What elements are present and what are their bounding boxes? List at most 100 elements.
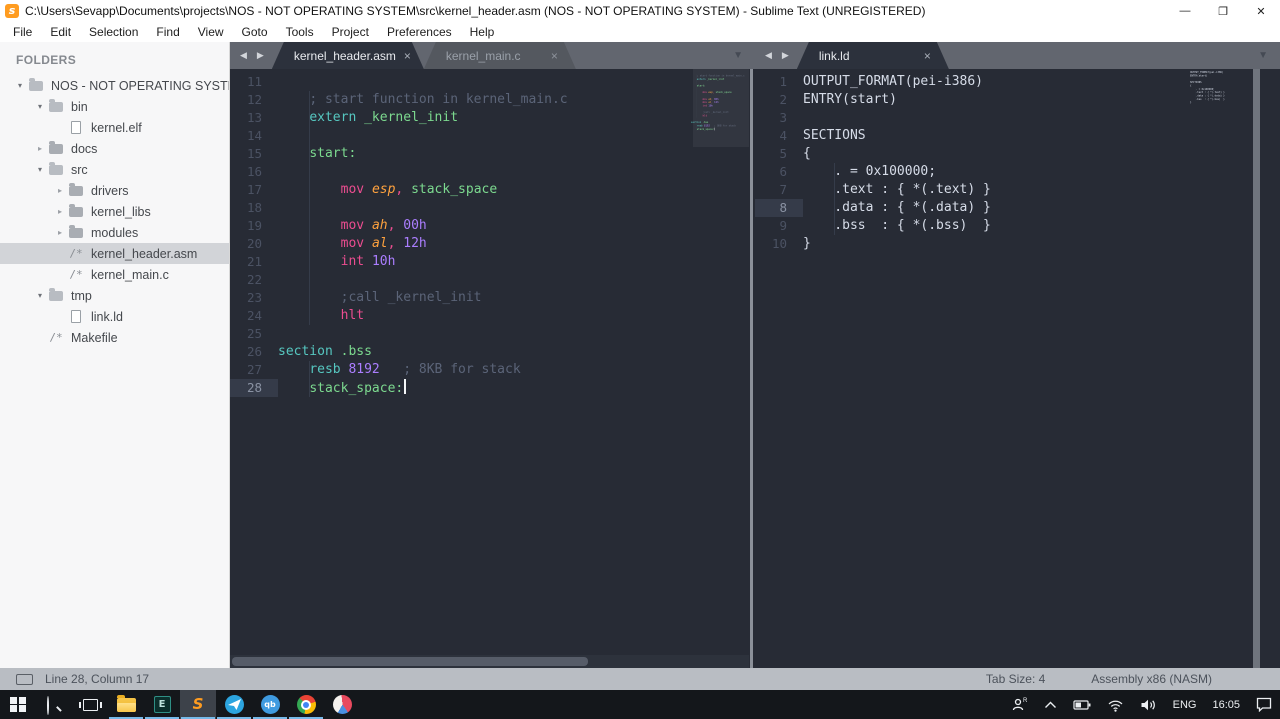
network-button[interactable] [1101,690,1130,719]
tab-nav-forward-icon[interactable]: ▶ [257,50,264,61]
qbittorrent-button[interactable]: qb [252,690,288,719]
clock[interactable]: 16:05 [1206,690,1246,719]
line-number: 20 [246,236,262,251]
tree-item-kernel-libs[interactable]: ▸ kernel_libs [0,201,229,222]
people-button[interactable]: R [1005,690,1034,719]
code-text: ;call _kernel_init [278,289,755,307]
tab-size-setting[interactable]: Tab Size: 4 [986,672,1045,686]
line-number: 15 [246,146,262,161]
tab-link-ld[interactable]: link.ld × [797,42,949,69]
titlebar: s C:\Users\Sevapp\Documents\projects\NOS… [0,0,1280,22]
menu-view[interactable]: View [189,23,233,41]
menu-preferences[interactable]: Preferences [378,23,461,41]
panel-toggle-icon[interactable] [16,673,33,685]
horizontal-scrollbar[interactable] [230,655,749,668]
volume-button[interactable] [1134,690,1163,719]
tab-kernel-header-asm[interactable]: kernel_header.asm × [272,42,424,69]
minimize-button[interactable]: — [1166,0,1204,22]
e-app-button[interactable]: E [144,690,180,719]
tree-item-drivers[interactable]: ▸ drivers [0,180,229,201]
tree-item-link-ld[interactable]: link.ld [0,306,229,327]
indent-guide [309,307,311,325]
sublime-text-button[interactable]: S [180,690,216,719]
tray-expand-button[interactable] [1038,690,1063,719]
menu-project[interactable]: Project [323,23,378,41]
tab-close-icon[interactable]: × [404,49,411,63]
tree-item-kernel-header-asm[interactable]: /* kernel_header.asm [0,243,229,264]
tree-item-kernel-main-c[interactable]: /* kernel_main.c [0,264,229,285]
tree-item-modules[interactable]: ▸ modules [0,222,229,243]
line-number: 8 [755,199,803,217]
restore-button[interactable]: ❐ [1204,0,1242,22]
code-line: 18 [230,199,755,217]
task-view-button[interactable] [72,690,108,719]
media-app-button[interactable] [324,690,360,719]
tree-item-label: kernel_main.c [91,267,169,282]
indent-guide [834,217,836,235]
tab-close-icon[interactable]: × [551,49,558,63]
sublime-text-icon: S [192,695,204,713]
line-number: 23 [246,290,262,305]
code-editor-right[interactable]: 1 OUTPUT_FORMAT(pei-i386) 2 ENTRY(start) 3 4 S… [755,69,1280,668]
file-icon [68,121,84,134]
sublime-logo-icon: s [5,4,19,18]
start-button[interactable] [0,690,36,719]
language-label: ENG [1172,698,1197,711]
search-button[interactable] [36,690,72,719]
code-editor-left[interactable]: 11 12 ; start function in kernel_main.c 13… [230,69,755,668]
telegram-button[interactable] [216,690,252,719]
minimap-right[interactable]: OUTPUT_FORMAT(pei-i386) ENTRY(start) SECTI… [1190,71,1246,646]
menu-tools[interactable]: Tools [277,23,323,41]
vertical-scrollbar[interactable] [1253,69,1260,668]
pane-divider[interactable] [750,69,753,668]
folder-open-icon [48,98,64,112]
tab-nav-back-icon[interactable]: ◀ [765,50,772,61]
horizontal-scroll-thumb[interactable] [232,657,588,666]
tree-item-docs[interactable]: ▸ docs [0,138,229,159]
code-text: section .bss [278,344,372,359]
menu-find[interactable]: Find [147,23,188,41]
sidebar: FOLDERS ▾ NOS - NOT OPERATING SYSTEM ▾ bin k… [0,42,230,668]
folder-open-icon [48,161,64,175]
menu-file[interactable]: File [4,23,41,41]
tab-close-icon[interactable]: × [924,49,931,63]
menu-selection[interactable]: Selection [80,23,147,41]
close-button[interactable]: ✕ [1242,0,1280,22]
tree-item-makefile[interactable]: /* Makefile [0,327,229,348]
line-number: 27 [246,362,262,377]
tree-item-tmp[interactable]: ▾ tmp [0,285,229,306]
menu-goto[interactable]: Goto [233,23,277,41]
tree-item-kernel-elf[interactable]: kernel.elf [0,117,229,138]
tab-kernel-main-c[interactable]: kernel_main.c × [424,42,576,69]
tab-overflow-icon[interactable]: ▼ [733,50,743,61]
tree-item-label: src [71,162,88,177]
menubar: File Edit Selection Find View Goto Tools Projec… [0,22,1280,42]
indent-guide [309,91,311,109]
minimap-viewport[interactable] [693,69,749,147]
tree-item-label: kernel_libs [91,204,151,219]
tree-item-bin[interactable]: ▾ bin [0,96,229,117]
battery-button[interactable] [1067,690,1097,719]
tab-nav-forward-icon[interactable]: ▶ [782,50,789,61]
disclosure-closed-icon: ▸ [57,207,62,216]
action-center-button[interactable] [1250,690,1278,719]
tab-overflow-icon[interactable]: ▼ [1258,50,1268,61]
indent-guide [309,361,311,379]
tree-item-nos-not-operating-system[interactable]: ▾ NOS - NOT OPERATING SYSTEM [0,75,229,96]
tree-item-src[interactable]: ▾ src [0,159,229,180]
tabbar-right: ◀ ▶ link.ld × ▼ [755,42,1280,69]
line-number: 5 [779,146,787,161]
tab-nav-back-icon[interactable]: ◀ [240,50,247,61]
menu-edit[interactable]: Edit [41,23,80,41]
file-explorer-button[interactable] [108,690,144,719]
sublime-text-window: s C:\Users\Sevapp\Documents\projects\NOS… [0,0,1280,719]
tabbar-left: ◀ ▶ kernel_header.asm × kernel_main.c × ▼ [230,42,755,69]
search-icon [46,696,62,715]
menu-help[interactable]: Help [461,23,504,41]
chrome-button[interactable] [288,690,324,719]
minimap-left[interactable]: ; start function in kernel_main.c extern… [691,71,747,646]
syntax-setting[interactable]: Assembly x86 (NASM) [1091,672,1212,686]
code-text [278,163,755,181]
language-indicator[interactable]: ENG [1167,690,1203,719]
